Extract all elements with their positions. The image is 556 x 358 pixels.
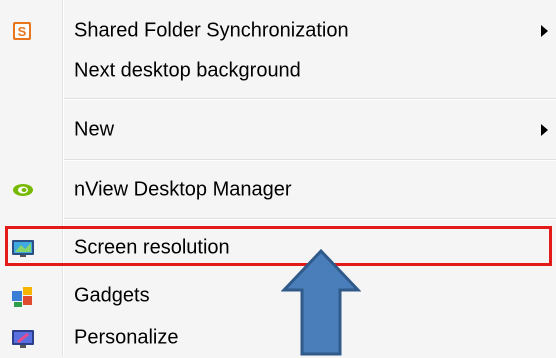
menu-item-shared-folder-synchronization[interactable]: S Shared Folder Synchronization <box>0 11 556 51</box>
menu-item-label: Gadgets <box>74 284 150 307</box>
menu-separator-highlight <box>64 160 556 161</box>
submenu-arrow-icon <box>541 124 548 136</box>
annotation-up-arrow-icon <box>281 248 361 356</box>
menu-separator-highlight <box>64 219 556 220</box>
menu-separator-highlight <box>64 99 556 100</box>
menu-item-personalize[interactable]: Personalize <box>0 318 556 358</box>
context-menu: S Shared Folder Synchronization Next des… <box>0 0 556 356</box>
personalize-icon <box>11 327 34 349</box>
menu-item-nview-desktop-manager[interactable]: nView Desktop Manager <box>0 170 556 210</box>
gadgets-icon <box>11 285 33 307</box>
submenu-arrow-icon <box>541 25 548 37</box>
menu-item-next-desktop-background[interactable]: Next desktop background <box>0 51 556 91</box>
menu-item-new[interactable]: New <box>0 110 556 150</box>
shared-folder-sync-icon: S <box>11 20 33 42</box>
menu-item-label: New <box>74 118 115 141</box>
menu-item-gadgets[interactable]: Gadgets <box>0 276 556 316</box>
nvidia-icon <box>11 179 33 201</box>
menu-item-label: Next desktop background <box>74 59 301 82</box>
svg-text:S: S <box>18 24 27 39</box>
menu-item-label: Shared Folder Synchronization <box>74 19 349 42</box>
menu-item-label: Personalize <box>74 326 179 349</box>
annotation-highlight-box <box>5 226 552 266</box>
menu-item-label: nView Desktop Manager <box>74 178 292 201</box>
